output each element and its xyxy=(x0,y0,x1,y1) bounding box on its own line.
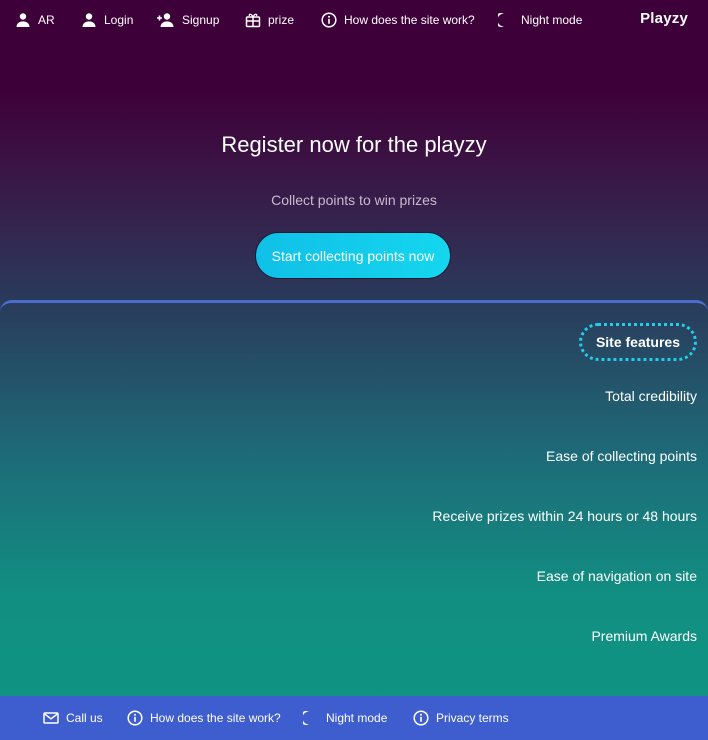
prize-label: prize xyxy=(268,13,295,27)
footer: Call us How does the site work? Night mo… xyxy=(0,696,708,740)
hero-title: Register now for the playzy xyxy=(221,132,487,157)
how-it-works-link[interactable]: How does the site work? xyxy=(321,10,475,30)
brand-logo[interactable]: Playzy xyxy=(640,10,688,27)
site-features-panel: Site features Total credibility Ease of … xyxy=(0,300,708,696)
top-navigation: AR Login Signup prize How does the site … xyxy=(0,0,708,40)
gift-icon xyxy=(245,13,261,28)
privacy-terms-link[interactable]: Privacy terms xyxy=(413,708,509,728)
mail-icon xyxy=(43,712,59,724)
language-switch[interactable]: AR xyxy=(15,10,55,30)
footer-how-it-works-link[interactable]: How does the site work? xyxy=(127,708,281,728)
info-icon xyxy=(127,710,143,726)
signup-label: Signup xyxy=(182,13,220,27)
footer-night-mode-label: Night mode xyxy=(326,711,388,725)
person-add-icon xyxy=(157,13,174,27)
call-us-link[interactable]: Call us xyxy=(43,708,103,728)
moon-icon xyxy=(498,13,504,27)
site-features-heading: Site features xyxy=(578,323,697,361)
login-link[interactable]: Login xyxy=(81,10,133,30)
feature-item: Receive prizes within 24 hours or 48 hou… xyxy=(432,508,697,524)
person-icon xyxy=(16,13,30,27)
feature-item: Ease of navigation on site xyxy=(536,568,697,584)
info-icon xyxy=(413,710,429,726)
language-label: AR xyxy=(38,13,55,27)
call-us-label: Call us xyxy=(66,711,103,725)
login-label: Login xyxy=(104,13,134,27)
footer-night-mode-toggle[interactable]: Night mode xyxy=(303,708,387,728)
moon-icon xyxy=(303,711,309,725)
privacy-terms-label: Privacy terms xyxy=(436,711,509,725)
feature-item: Total credibility xyxy=(605,388,697,404)
feature-item: Ease of collecting points xyxy=(546,448,697,464)
night-mode-toggle[interactable]: Night mode xyxy=(498,10,582,30)
start-collecting-button[interactable]: Start collecting points now xyxy=(255,232,451,279)
info-icon xyxy=(321,12,337,28)
night-mode-label: Night mode xyxy=(521,13,583,27)
footer-how-it-works-label: How does the site work? xyxy=(150,711,281,725)
hero-subtitle: Collect points to win prizes xyxy=(271,192,437,208)
signup-link[interactable]: Signup xyxy=(157,10,219,30)
person-icon xyxy=(82,13,96,27)
prize-link[interactable]: prize xyxy=(245,10,294,30)
how-it-works-label: How does the site work? xyxy=(344,13,475,27)
feature-item: Premium Awards xyxy=(591,628,697,644)
